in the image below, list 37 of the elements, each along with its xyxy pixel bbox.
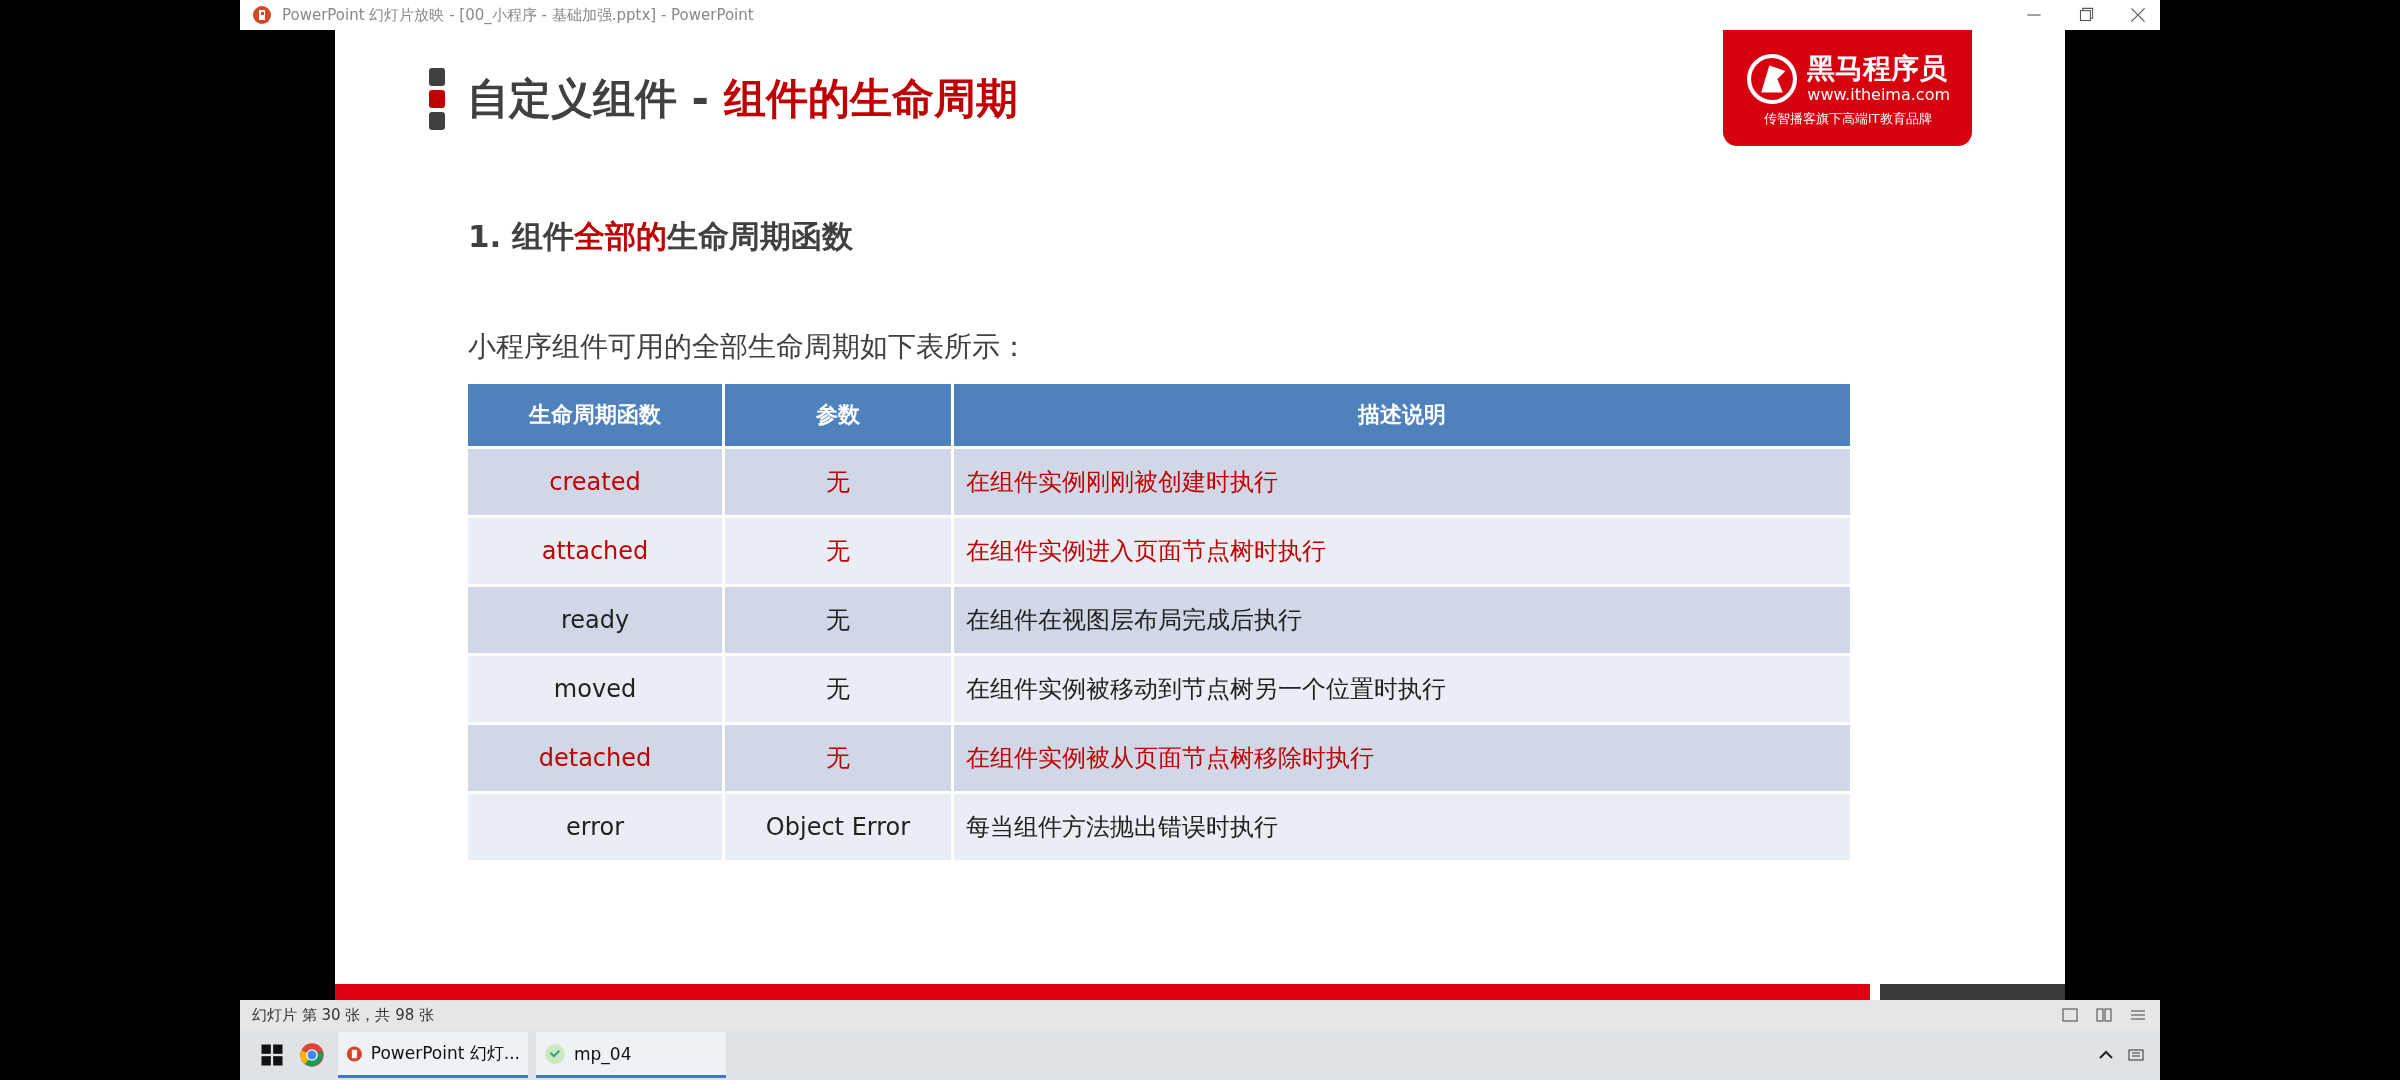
logo-url: www.itheima.com: [1807, 84, 1950, 104]
taskbar-app-button[interactable]: PowerPoint 幻灯...: [338, 1032, 528, 1078]
browser-icon[interactable]: [298, 1041, 326, 1069]
powerpoint-icon: [252, 5, 272, 25]
column-header: 描述说明: [954, 384, 1850, 446]
table-cell: 无: [725, 518, 951, 584]
slide-counter: 幻灯片 第 30 张，共 98 张: [252, 1005, 434, 1025]
normal-view-icon[interactable]: [2060, 1005, 2080, 1025]
table-cell: 在组件实例刚刚被创建时执行: [954, 449, 1850, 515]
table-cell: 每当组件方法抛出错误时执行: [954, 794, 1850, 860]
column-header: 生命周期函数: [468, 384, 722, 446]
title-marker-icon: [427, 68, 447, 130]
logo-name: 黑马程序员: [1807, 54, 1949, 85]
window-title: PowerPoint 幻灯片放映 - [00_小程序 - 基础加强.pptx] - PowerPoint: [282, 5, 754, 25]
table-cell: attached: [468, 518, 722, 584]
table-cell: detached: [468, 725, 722, 791]
table-cell: error: [468, 794, 722, 860]
table-cell: 无: [725, 587, 951, 653]
reading-view-icon[interactable]: [2094, 1005, 2114, 1025]
table-cell: created: [468, 449, 722, 515]
table-cell: ready: [468, 587, 722, 653]
checkmark-icon: [544, 1042, 566, 1065]
section-heading: 1. 组件全部的生命周期函数: [468, 217, 854, 256]
table-cell: 在组件实例被从页面节点树移除时执行: [954, 725, 1850, 791]
logo-slogan: 传智播客旗下高端IT教育品牌: [1763, 110, 1932, 128]
table-cell: Object Error: [725, 794, 951, 860]
slide-title: 自定义组件 - 组件的生命周期: [467, 73, 1018, 125]
table-cell: 无: [725, 449, 951, 515]
table-cell: 在组件实例被移动到节点树另一个位置时执行: [954, 656, 1850, 722]
table-cell: 在组件实例进入页面节点树时执行: [954, 518, 1850, 584]
table-cell: 无: [725, 656, 951, 722]
column-header: 参数: [725, 384, 951, 446]
table-cell: 在组件在视图层布局完成后执行: [954, 587, 1850, 653]
table-cell: 无: [725, 725, 951, 791]
taskbar-app-button[interactable]: mp_04: [536, 1032, 726, 1078]
table-cell: moved: [468, 656, 722, 722]
intro-text: 小程序组件可用的全部生命周期如下表所示：: [468, 329, 1028, 365]
